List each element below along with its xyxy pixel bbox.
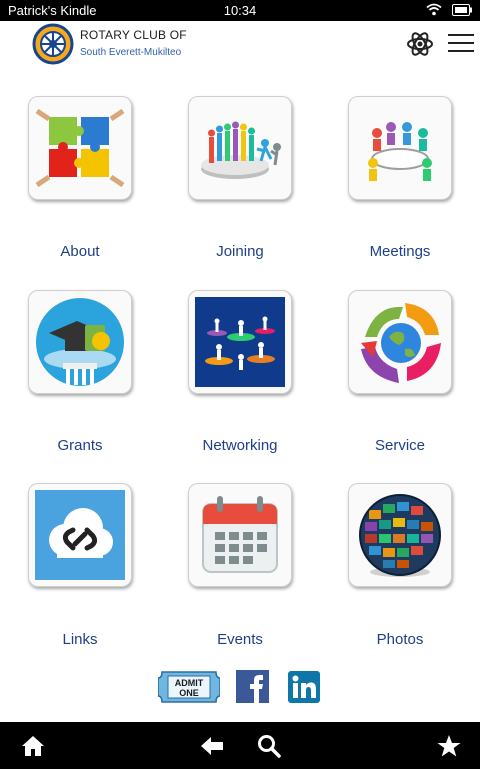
network-people-icon <box>195 297 285 387</box>
ticket-text-line1: ADMIT <box>174 678 204 688</box>
tile-joining[interactable] <box>188 96 292 200</box>
tile-events[interactable] <box>188 483 292 587</box>
tile-about[interactable] <box>28 96 132 200</box>
meeting-table-icon <box>368 122 432 181</box>
tile-label-joining[interactable]: Joining <box>170 243 310 260</box>
puzzle-icon <box>35 108 125 188</box>
linkedin-icon <box>288 671 320 703</box>
wifi-icon <box>426 3 442 16</box>
tile-label-grants[interactable]: Grants <box>10 437 150 454</box>
atom-icon[interactable] <box>405 29 435 59</box>
status-time: 10:34 <box>223 3 257 18</box>
cloud-link-icon <box>35 490 125 580</box>
tile-grants[interactable] <box>28 290 132 394</box>
admit-one-ticket-button[interactable]: ADMIT ONE <box>157 670 221 704</box>
status-icons <box>426 3 472 16</box>
tile-label-meetings[interactable]: Meetings <box>330 243 470 260</box>
tile-label-events[interactable]: Events <box>170 631 310 648</box>
tile-meetings[interactable] <box>348 96 452 200</box>
linkedin-button[interactable] <box>288 671 320 703</box>
tile-links[interactable] <box>28 483 132 587</box>
tile-label-about[interactable]: About <box>10 243 150 260</box>
bottom-nav-bar <box>0 722 480 769</box>
facebook-button[interactable] <box>236 670 269 703</box>
club-title: ROTARY CLUB OF <box>80 28 187 42</box>
club-subtitle: South Everett-Mukilteo <box>80 47 182 58</box>
rotary-logo-icon <box>32 23 74 65</box>
battery-icon <box>452 3 472 16</box>
star-favorites-icon[interactable] <box>436 733 462 759</box>
graduation-money-icon <box>36 298 124 386</box>
tile-label-service[interactable]: Service <box>330 437 470 454</box>
facebook-icon <box>236 670 269 703</box>
search-icon[interactable] <box>256 733 282 759</box>
ticket-text-line2: ONE <box>179 688 199 698</box>
app-header: ROTARY CLUB OF South Everett-Mukilteo <box>0 21 480 67</box>
people-crowd-icon <box>201 121 281 179</box>
hamburger-menu-icon[interactable] <box>448 34 474 56</box>
tile-label-photos[interactable]: Photos <box>330 631 470 648</box>
tile-networking[interactable] <box>188 290 292 394</box>
status-bar: Patrick's Kindle 10:34 <box>0 0 480 21</box>
photo-globe-icon <box>359 494 441 577</box>
tile-label-networking[interactable]: Networking <box>170 437 310 454</box>
helping-hands-globe-icon <box>361 303 441 383</box>
back-arrow-icon[interactable] <box>199 733 225 759</box>
calendar-icon <box>202 496 278 573</box>
tile-service[interactable] <box>348 290 452 394</box>
tile-label-links[interactable]: Links <box>10 631 150 648</box>
home-icon[interactable] <box>20 733 46 759</box>
tile-photos[interactable] <box>348 483 452 587</box>
